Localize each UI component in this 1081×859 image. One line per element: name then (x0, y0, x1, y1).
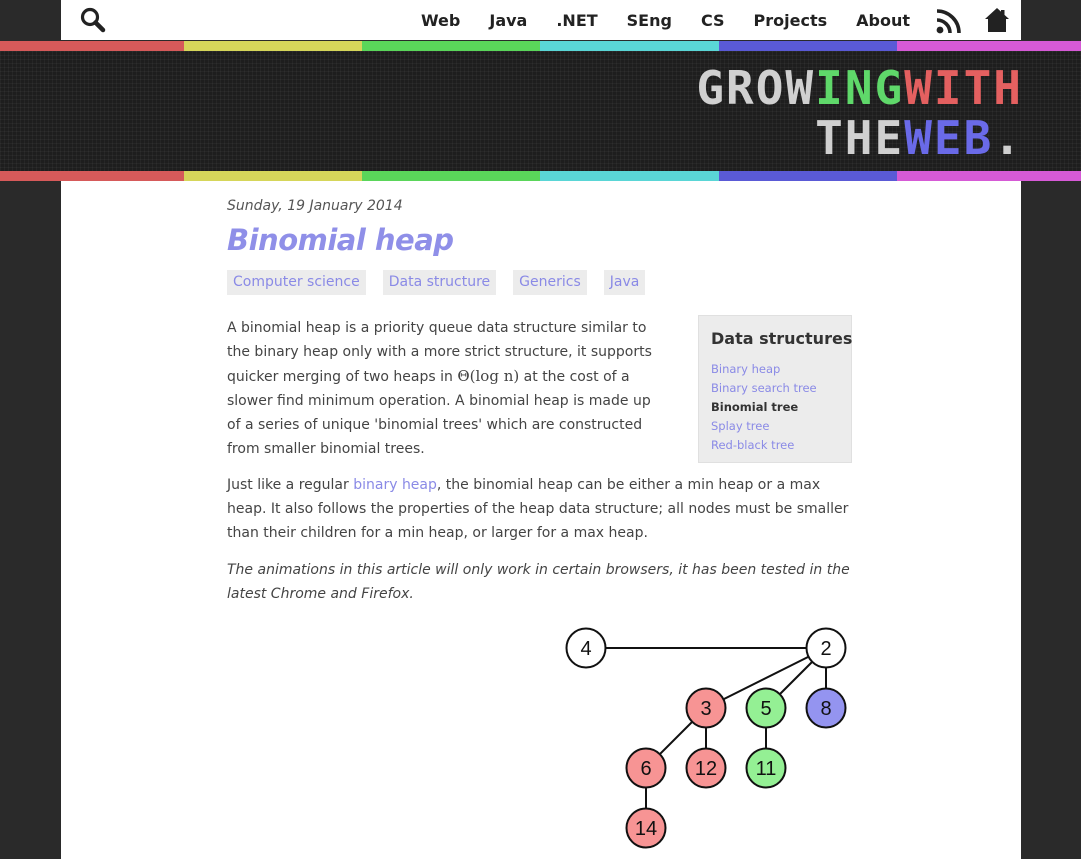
heap-node-label: 5 (760, 698, 771, 720)
heap-node-label: 2 (820, 638, 831, 660)
post-title[interactable]: Binomial heap (227, 223, 454, 257)
heap-node-4: 4 (565, 627, 607, 669)
heap-node-8: 8 (805, 687, 847, 729)
site-logo[interactable]: GROWINGWITH THEWEB. (696, 63, 1023, 163)
search-icon[interactable] (79, 6, 107, 34)
logo-text-the: THE (815, 111, 905, 165)
heap-node-label: 4 (580, 638, 591, 660)
rainbow-segment (362, 171, 540, 181)
rainbow-bar-top (0, 41, 1081, 51)
sidebar-item-binomial-tree: Binomial tree (711, 400, 799, 414)
sidebar-item-binary-search-tree[interactable]: Binary search tree (711, 379, 839, 398)
nav-link-java[interactable]: Java (489, 11, 527, 30)
rainbow-segment (540, 171, 719, 181)
heap-node-3: 3 (685, 687, 727, 729)
heap-node-6: 6 (625, 747, 667, 789)
sidebar-item-splay-tree[interactable]: Splay tree (711, 417, 839, 436)
logo-text-web: WEB (904, 111, 994, 165)
post-date: Sunday, 19 January 2014 (227, 198, 403, 214)
header-banner: GROWINGWITH THEWEB. (0, 51, 1081, 171)
logo-text-grow: GROW (696, 61, 816, 115)
tag-list: Computer science Data structure Generics… (227, 270, 662, 295)
rainbow-segment (184, 41, 362, 51)
complexity-formula: Θ(log n) (457, 367, 520, 385)
heap-node-label: 3 (700, 698, 711, 720)
nav-link-projects[interactable]: Projects (754, 11, 828, 30)
logo-text-dot: . (993, 111, 1023, 165)
heap-property-text-1: Just like a regular (227, 477, 354, 493)
sidebar-item-red-black-tree[interactable]: Red-black tree (711, 436, 839, 455)
nav-links: Web Java .NET SEng CS Projects About (392, 0, 910, 40)
nav-link-about[interactable]: About (856, 11, 910, 30)
top-nav: Web Java .NET SEng CS Projects About (61, 0, 1021, 40)
intro-paragraph: A binomial heap is a priority queue data… (227, 316, 667, 461)
rainbow-segment (540, 41, 719, 51)
rainbow-segment (897, 171, 1081, 181)
tag-java[interactable]: Java (603, 270, 646, 295)
rainbow-bar-bottom (0, 171, 1081, 181)
tag-generics[interactable]: Generics (513, 270, 587, 295)
rainbow-segment (719, 171, 897, 181)
main-content: Sunday, 19 January 2014 Binomial heap Co… (61, 181, 1021, 859)
nav-link-seng[interactable]: SEng (627, 11, 672, 30)
binary-heap-link[interactable]: binary heap (353, 477, 437, 493)
heap-node-label: 8 (820, 698, 831, 720)
rainbow-segment (897, 41, 1081, 51)
heap-node-label: 12 (695, 758, 717, 780)
rainbow-segment (184, 171, 362, 181)
home-icon[interactable] (984, 7, 1010, 33)
tag-computer-science[interactable]: Computer science (227, 270, 366, 295)
heap-property-paragraph: Just like a regular binary heap, the bin… (227, 473, 854, 545)
logo-text-ing: ING (815, 61, 905, 115)
logo-line-2: THEWEB. (696, 113, 1023, 163)
rainbow-segment (0, 171, 184, 181)
nav-link-dotnet[interactable]: .NET (556, 11, 597, 30)
heap-node-2: 2 (805, 627, 847, 669)
tag-data-structure[interactable]: Data structure (382, 270, 497, 295)
nav-link-web[interactable]: Web (421, 11, 460, 30)
heap-node-11: 11 (745, 747, 787, 789)
binomial-heap-diagram: 4 2 3 5 8 6 12 11 14 (565, 627, 847, 849)
heap-node-label: 6 (640, 758, 651, 780)
logo-text-with: WITH (904, 61, 1023, 115)
sidebar-item-binary-heap[interactable]: Binary heap (711, 360, 839, 379)
rss-icon[interactable] (936, 8, 962, 34)
rainbow-segment (719, 41, 897, 51)
rainbow-segment (0, 41, 184, 51)
nav-link-cs[interactable]: CS (701, 11, 725, 30)
related-sidebar: Data structures Binary heap Binary searc… (698, 315, 852, 463)
heap-node-14: 14 (625, 807, 667, 849)
logo-line-1: GROWINGWITH (696, 63, 1023, 113)
heap-node-label: 11 (756, 758, 777, 780)
heap-node-5: 5 (745, 687, 787, 729)
browser-note: The animations in this article will only… (227, 562, 850, 602)
rainbow-segment (362, 41, 540, 51)
sidebar-title: Data structures (711, 329, 853, 348)
heap-node-12: 12 (685, 747, 727, 789)
heap-node-label: 14 (635, 818, 657, 840)
